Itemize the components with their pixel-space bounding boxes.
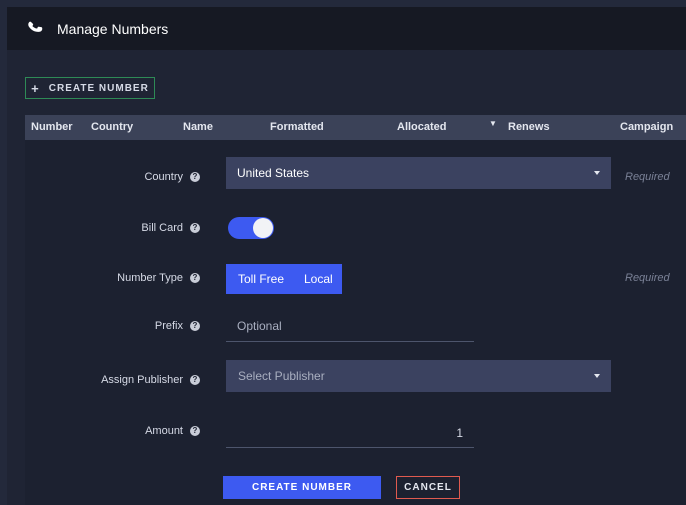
create-number-submit-button[interactable]: CREATE NUMBER	[223, 476, 381, 499]
country-select-value: United States	[237, 166, 310, 180]
country-select[interactable]: United States	[226, 157, 611, 189]
assign-publisher-label: Assign Publisher	[101, 374, 183, 386]
assign-publisher-select[interactable]: Select Publisher	[226, 360, 611, 392]
phone-icon	[28, 21, 43, 32]
toggle-knob	[253, 218, 273, 238]
toll-free-option[interactable]: Toll Free	[226, 264, 294, 294]
cancel-button[interactable]: CANCEL	[396, 476, 460, 499]
number-type-required-hint: Required	[625, 272, 670, 284]
help-icon[interactable]: ?	[190, 375, 200, 385]
page: Manage Numbers + CREATE NUMBER Number Co…	[7, 7, 686, 505]
column-header-campaign[interactable]: Campaign	[620, 121, 673, 133]
amount-input[interactable]: 1	[226, 416, 474, 448]
prefix-label: Prefix	[154, 320, 183, 332]
prefix-input[interactable]: Optional	[226, 312, 474, 342]
local-option[interactable]: Local	[294, 264, 342, 294]
help-icon[interactable]: ?	[190, 273, 200, 283]
assign-publisher-placeholder: Select Publisher	[238, 369, 325, 383]
column-header-formatted[interactable]: Formatted	[270, 121, 324, 133]
column-header-country[interactable]: Country	[91, 121, 133, 133]
app-header: Manage Numbers	[7, 7, 686, 50]
column-header-number[interactable]: Number	[31, 121, 73, 133]
help-icon[interactable]: ?	[190, 223, 200, 233]
help-icon[interactable]: ?	[190, 172, 200, 182]
chevron-down-icon	[594, 171, 600, 175]
help-icon[interactable]: ?	[190, 426, 200, 436]
create-number-toolbar-label: CREATE NUMBER	[48, 82, 149, 94]
create-number-form: Country ? United States Required Bill Ca…	[25, 140, 686, 505]
column-header-name[interactable]: Name	[183, 121, 213, 133]
page-title: Manage Numbers	[57, 21, 169, 37]
column-header-renews[interactable]: Renews	[508, 121, 550, 133]
bill-card-toggle[interactable]	[228, 217, 274, 239]
amount-label: Amount	[145, 425, 183, 437]
number-type-label: Number Type	[117, 272, 183, 284]
country-label: Country	[144, 171, 183, 183]
chevron-down-icon	[594, 374, 600, 378]
create-number-toolbar-button[interactable]: + CREATE NUMBER	[25, 77, 155, 99]
country-required-hint: Required	[625, 171, 670, 183]
table-header: Number Country Name Formatted Allocated …	[25, 115, 686, 140]
plus-icon: +	[31, 80, 40, 96]
help-icon[interactable]: ?	[190, 321, 200, 331]
bill-card-label: Bill Card	[141, 222, 183, 234]
column-header-allocated[interactable]: Allocated	[397, 121, 447, 133]
sort-caret-icon[interactable]: ▼	[489, 119, 497, 128]
